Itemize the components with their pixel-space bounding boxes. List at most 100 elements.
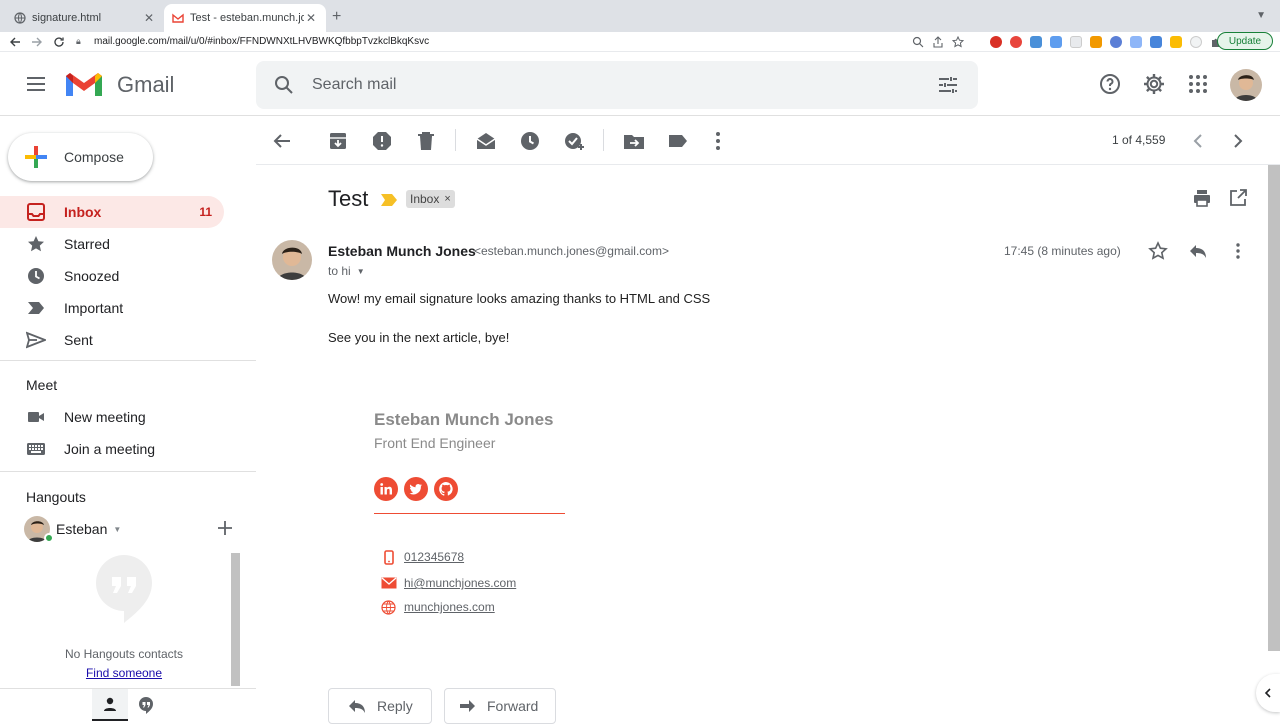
signature-email[interactable]: hi@munchjones.com [404, 576, 516, 590]
add-to-tasks-icon[interactable] [562, 129, 586, 153]
gmail-logo-icon[interactable] [64, 70, 104, 100]
reply-arrow-icon[interactable] [1188, 241, 1208, 261]
settings-gear-icon[interactable] [1142, 72, 1166, 96]
back-to-inbox-icon[interactable] [270, 129, 294, 153]
mark-unread-icon[interactable] [474, 129, 498, 153]
compose-button[interactable]: Compose [8, 133, 153, 181]
chevron-down-icon[interactable]: ▼ [113, 525, 121, 534]
signature-website[interactable]: munchjones.com [404, 600, 495, 614]
newer-chevron-left-icon[interactable] [1186, 129, 1210, 153]
message-toolbar: 1 of 4,559 [256, 117, 1280, 165]
snooze-clock-icon[interactable] [518, 129, 542, 153]
twitter-icon[interactable] [404, 477, 428, 501]
main-menu-icon[interactable] [24, 72, 48, 96]
older-chevron-right-icon[interactable] [1226, 129, 1250, 153]
share-icon[interactable] [932, 36, 944, 48]
tab-close-icon[interactable]: ✕ [304, 11, 318, 25]
search-options-icon[interactable] [936, 73, 960, 97]
report-spam-icon[interactable] [370, 129, 394, 153]
sidebar-nav: Inbox 11 Starred Snoozed Important Sent [0, 196, 256, 356]
linkedin-icon[interactable] [374, 477, 398, 501]
more-vertical-icon[interactable] [706, 129, 730, 153]
inbox-icon [27, 203, 45, 221]
adblock-icon[interactable] [1010, 36, 1022, 48]
browser-tab-gmail[interactable]: Test - esteban.munch.jones@gmail.com ✕ [164, 4, 326, 32]
reload-icon[interactable] [50, 33, 68, 51]
add-contact-icon[interactable] [214, 517, 236, 539]
extension-red-icon[interactable] [990, 36, 1002, 48]
bookmark-star-icon[interactable] [952, 36, 964, 48]
hangouts-user-name: Esteban [56, 521, 108, 537]
star-outline-icon[interactable] [1148, 241, 1168, 261]
sidebar-scrollbar[interactable] [231, 553, 240, 686]
extension-ghost-icon[interactable] [1190, 36, 1202, 48]
signature-phone[interactable]: 012345678 [404, 550, 464, 564]
url-field[interactable]: 🔒︎ mail.google.com/mail/u/0/#inbox/FFNDW… [76, 33, 976, 50]
pagination-text: 1 of 4,559 [1112, 133, 1166, 147]
print-icon[interactable] [1192, 188, 1212, 208]
github-icon[interactable] [434, 477, 458, 501]
clock-icon [28, 268, 44, 284]
recipients-text: to hi [328, 264, 351, 278]
remove-label-icon[interactable]: × [444, 193, 450, 205]
sidebar-item-new-meeting[interactable]: New meeting [0, 401, 256, 433]
side-panel-toggle[interactable] [1256, 674, 1280, 712]
archive-icon[interactable] [326, 129, 350, 153]
extension-blue-icon[interactable] [1030, 36, 1042, 48]
zoom-icon[interactable] [912, 36, 924, 48]
update-button[interactable]: Update [1217, 32, 1273, 50]
extension-lines-icon[interactable] [1130, 36, 1142, 48]
move-to-folder-icon[interactable] [622, 129, 646, 153]
sidebar-item-label: Sent [64, 332, 93, 348]
extensions-row [912, 33, 1242, 51]
account-avatar[interactable] [1230, 69, 1262, 101]
sidebar-item-join-meeting[interactable]: Join a meeting [0, 433, 256, 465]
new-tab-button[interactable]: + [332, 8, 341, 26]
apps-grid-icon[interactable] [1186, 72, 1210, 96]
important-marker-icon[interactable] [380, 193, 398, 207]
signature-divider [374, 513, 565, 514]
sidebar-item-important[interactable]: Important [0, 292, 256, 324]
help-icon[interactable] [1098, 72, 1122, 96]
extension-orange-icon[interactable] [1090, 36, 1102, 48]
compose-plus-icon [25, 146, 47, 168]
forward-arrow-icon[interactable] [28, 33, 46, 51]
show-details-chevron-icon[interactable]: ▼ [357, 267, 365, 276]
find-someone-link[interactable]: Find someone [24, 666, 224, 680]
extension-marker-icon[interactable] [1170, 36, 1182, 48]
search-icon[interactable] [272, 73, 296, 97]
forward-button[interactable]: Forward [444, 688, 556, 724]
search-input[interactable] [312, 76, 912, 94]
reply-label: Reply [377, 698, 413, 714]
sender-avatar[interactable] [272, 240, 312, 280]
recipients-line[interactable]: to hi ▼ [328, 264, 365, 278]
reply-button[interactable]: Reply [328, 688, 432, 724]
signature-name: Esteban Munch Jones [374, 410, 554, 429]
search-bar[interactable] [256, 61, 978, 109]
sidebar-item-snoozed[interactable]: Snoozed [0, 260, 256, 292]
hangouts-user[interactable]: Esteban ▼ [24, 514, 254, 544]
contacts-tab[interactable] [92, 689, 128, 721]
sidebar-item-starred[interactable]: Starred [0, 228, 256, 260]
open-new-window-icon[interactable] [1228, 188, 1248, 208]
conversations-tab-icon[interactable] [136, 695, 156, 715]
browser-tab-signature[interactable]: signature.html ✕ [6, 4, 164, 32]
sidebar-item-inbox[interactable]: Inbox 11 [0, 196, 224, 228]
gmail-brand[interactable]: Gmail [117, 72, 174, 98]
extension-grid-icon[interactable] [1150, 36, 1162, 48]
more-options-icon[interactable] [1228, 241, 1248, 261]
sender-name[interactable]: Esteban Munch Jones [328, 243, 476, 259]
sender-email: <esteban.munch.jones@gmail.com> [474, 244, 669, 258]
label-tag-icon[interactable] [666, 129, 690, 153]
main-scrollbar[interactable] [1268, 165, 1280, 651]
extension-grey-icon[interactable] [1070, 36, 1082, 48]
back-arrow-icon[interactable] [6, 33, 24, 51]
video-camera-icon [28, 412, 44, 422]
tab-search-icon[interactable]: ▼ [1256, 10, 1266, 21]
sidebar-item-sent[interactable]: Sent [0, 324, 256, 356]
extension-teal-icon[interactable] [1050, 36, 1062, 48]
unread-count: 11 [199, 205, 212, 219]
extension-eye-icon[interactable] [1110, 36, 1122, 48]
tab-close-icon[interactable]: ✕ [142, 11, 156, 25]
delete-trash-icon[interactable] [414, 129, 438, 153]
